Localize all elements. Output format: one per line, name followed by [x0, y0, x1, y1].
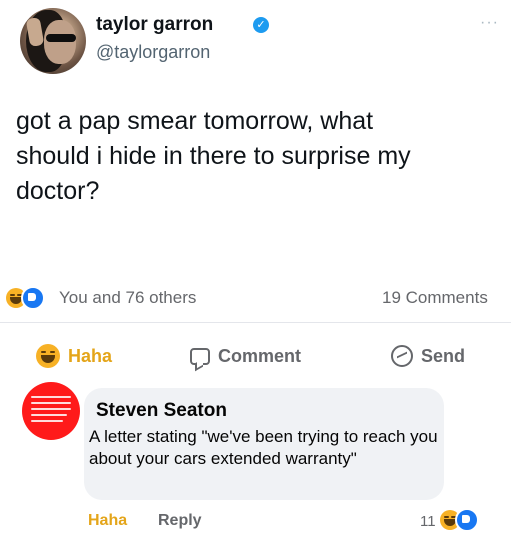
like-icon [455, 508, 479, 532]
send-button[interactable]: Send [391, 343, 465, 369]
comment-text: A letter stating "we've been trying to r… [89, 427, 438, 468]
commenter-avatar[interactable] [22, 382, 80, 440]
display-name[interactable]: taylor garron [96, 14, 213, 36]
like-icon [21, 286, 45, 310]
haha-emoji-icon [36, 344, 60, 368]
comment-label: Comment [218, 345, 302, 366]
divider [0, 322, 511, 323]
comment-icon [190, 347, 210, 365]
verified-badge-icon: ✓ [253, 17, 269, 33]
avatar[interactable] [20, 8, 86, 74]
tweet-text: got a pap smear tomorrow, what should i … [16, 107, 411, 205]
comment-button[interactable]: Comment [190, 343, 301, 369]
haha-label: Haha [68, 345, 113, 366]
comments-count[interactable]: 19 Comments [382, 288, 488, 308]
comment-reply-button[interactable]: Reply [158, 512, 202, 530]
handle[interactable]: @taylorgarron [96, 42, 210, 63]
comment-author[interactable]: Steven Seaton [96, 400, 227, 422]
comment-reaction-icons[interactable] [440, 508, 484, 532]
comment-haha-button[interactable]: Haha [88, 512, 127, 530]
comment-reaction-count[interactable]: 11 [420, 513, 436, 530]
more-options-icon[interactable]: ··· [480, 14, 499, 32]
reaction-icons[interactable] [6, 286, 50, 310]
send-label: Send [421, 345, 466, 366]
messenger-icon [391, 345, 413, 367]
haha-reaction-button[interactable]: Haha [36, 343, 112, 369]
reactions-summary[interactable]: You and 76 others [59, 288, 196, 308]
